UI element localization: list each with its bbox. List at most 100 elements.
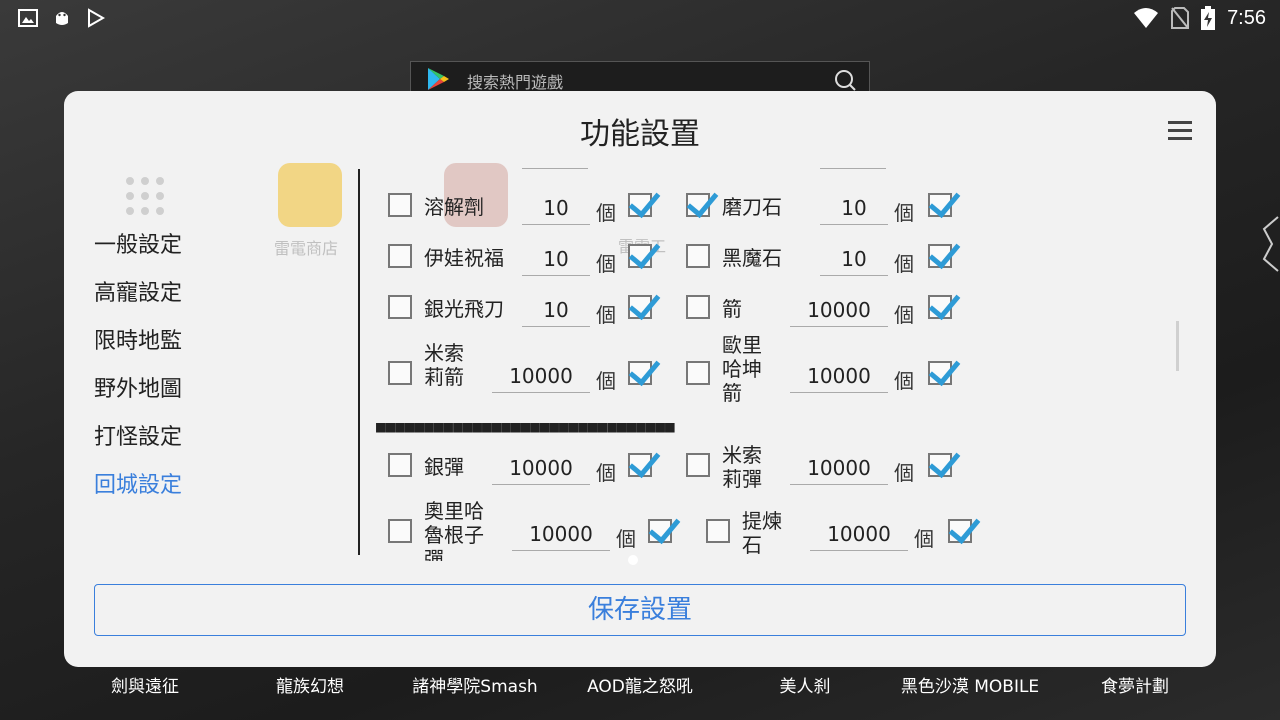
settings-nav: 一般設定 高寵設定 限時地監 野外地圖 打怪設定 回城設定 [94,227,344,515]
dialog-title: 功能設置 [580,117,700,152]
settings-dialog: 雷電商店 雷電工 功能設置 一般設定 高寵設定 限時地監 野外地圖 打怪設定 回… [64,91,1216,667]
quantity-input[interactable]: 10000 [492,451,590,485]
item-active-checkbox[interactable] [628,193,652,217]
nav-divider [358,169,360,555]
item-enable-checkbox[interactable] [388,193,412,217]
item-active-checkbox[interactable] [648,519,672,543]
quantity-input[interactable]: 10 [522,191,590,225]
quantity-input[interactable]: 10 [522,242,590,276]
quantity-input[interactable]: 10000 [790,293,888,327]
app-label: 美人刹 [779,677,831,697]
quantity-input[interactable]: 10000 [810,517,908,551]
unit-label: 個 [894,369,914,393]
item-row: 米索莉箭 10000 個 歐里哈坤箭 10000 個 [374,333,1174,407]
unit-label: 個 [596,369,616,393]
play-store-icon [88,8,106,28]
item-name: 黑魔石 [722,246,782,270]
quantity-input-partial [522,161,588,169]
nav-item-pet[interactable]: 高寵設定 [94,275,344,323]
app-label: 諸神學院Smash [412,677,538,697]
quantity-input[interactable]: 10 [820,242,888,276]
item-active-checkbox[interactable] [628,295,652,319]
app-label: 食夢計劃 [1101,677,1169,697]
item-active-checkbox[interactable] [628,453,652,477]
item-row: 銀光飛刀 10 個 箭 10000 個 [374,287,1174,327]
item-active-checkbox[interactable] [628,244,652,268]
wifi-icon [1134,8,1159,28]
item-name: 伊娃祝福 [424,246,504,270]
unit-label: 個 [894,461,914,485]
unit-label: 個 [596,461,616,485]
quantity-input[interactable]: 10 [522,293,590,327]
item-enable-checkbox[interactable] [388,453,412,477]
item-active-checkbox[interactable] [928,244,952,268]
item-name: 奧里哈魯根子彈 [424,499,484,561]
nav-item-combat[interactable]: 打怪設定 [94,419,344,467]
item-enable-checkbox[interactable] [686,295,710,319]
nav-item-field-map[interactable]: 野外地圖 [94,371,344,419]
app-label: 黑色沙漠 MOBILE [900,677,1040,697]
background-search-bar[interactable]: 搜索熱門遊戲 [410,61,870,95]
item-active-checkbox[interactable] [928,295,952,319]
clock: 7:56 [1227,6,1266,29]
item-enable-checkbox[interactable] [686,453,710,477]
quantity-input[interactable]: 10000 [790,359,888,393]
search-placeholder: 搜索熱門遊戲 [467,73,564,92]
nav-item-general[interactable]: 一般設定 [94,227,344,275]
quantity-input[interactable]: 10000 [790,451,888,485]
item-active-checkbox[interactable] [928,453,952,477]
item-active-checkbox[interactable] [928,361,952,385]
item-enable-checkbox[interactable] [686,193,710,217]
quantity-input[interactable]: 10000 [512,517,610,551]
quantity-input[interactable]: 10000 [492,359,590,393]
battery-charging-icon [1201,6,1216,30]
unit-label: 個 [596,252,616,276]
item-row: 伊娃祝福 10 個 黑魔石 10 個 [374,236,1174,276]
item-enable-checkbox[interactable] [686,244,710,268]
ghost-grid-icon [120,171,170,221]
item-name: 溶解劑 [424,195,484,219]
section-separator: ■■■■■■■■■■■■■■■■■■■■■■■■■■■■■■■ [376,417,675,436]
unit-label: 個 [616,527,636,551]
status-bar: 7:56 [0,0,1280,38]
app-label: 龍族幻想 [276,677,344,697]
ghost-store-icon [278,163,342,227]
item-name: 磨刀石 [722,195,782,219]
play-store-icon [428,68,449,90]
page-indicator-dot [628,555,638,565]
item-name: 銀彈 [424,455,464,479]
nav-item-timed-dungeon[interactable]: 限時地監 [94,323,344,371]
item-row: 溶解劑 10 個 磨刀石 10 個 [374,185,1174,225]
image-icon [18,9,38,27]
item-enable-checkbox[interactable] [706,519,730,543]
item-name: 米索莉箭 [424,341,464,389]
unit-label: 個 [914,527,934,551]
unit-label: 個 [894,201,914,225]
quantity-input[interactable]: 10 [820,191,888,225]
return-town-settings[interactable]: 溶解劑 10 個 磨刀石 10 個 伊娃祝福 10 個 黑魔石 10 個 銀光飛 [374,161,1174,561]
item-enable-checkbox[interactable] [686,361,710,385]
menu-icon[interactable] [1168,121,1192,141]
item-name: 銀光飛刀 [424,297,504,321]
unit-label: 個 [894,303,914,327]
unit-label: 個 [596,303,616,327]
item-active-checkbox[interactable] [928,193,952,217]
item-active-checkbox[interactable] [628,361,652,385]
unit-label: 個 [596,201,616,225]
item-name: 提煉石 [742,509,782,557]
search-icon[interactable] [833,68,857,92]
save-settings-button[interactable]: 保存設置 [94,584,1186,636]
item-enable-checkbox[interactable] [388,519,412,543]
item-name: 歐里哈坤箭 [722,333,762,405]
no-sim-icon [1171,7,1190,29]
android-icon [56,12,68,25]
content-scrollbar[interactable] [1176,321,1179,371]
item-name: 米索莉彈 [722,443,762,491]
item-enable-checkbox[interactable] [388,244,412,268]
nav-item-return-town[interactable]: 回城設定 [94,467,344,515]
item-enable-checkbox[interactable] [388,361,412,385]
item-enable-checkbox[interactable] [388,295,412,319]
item-active-checkbox[interactable] [948,519,972,543]
app-label: AOD龍之怒吼 [587,677,693,697]
floating-handle-icon[interactable] [1258,215,1280,273]
